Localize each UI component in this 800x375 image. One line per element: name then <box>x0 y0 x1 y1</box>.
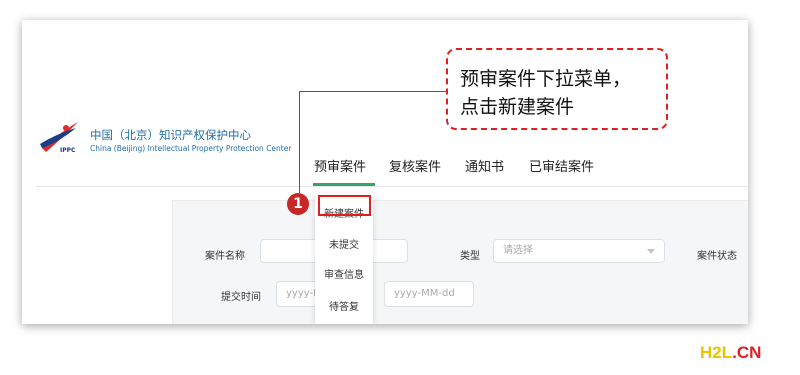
dropdown-item-pending-reply[interactable]: 待答复 <box>315 298 373 313</box>
type-select[interactable]: 请选择 <box>493 239 665 263</box>
callout-connector-vertical <box>299 91 300 193</box>
date-end-input[interactable]: yyyy-MM-dd <box>384 281 474 307</box>
type-select-placeholder: 请选择 <box>503 245 533 256</box>
nav-tab-pre-review-cases[interactable]: 预审案件 <box>314 156 366 175</box>
case-status-label: 案件状态 <box>697 251 737 262</box>
type-label: 类型 <box>460 251 480 262</box>
case-name-label: 案件名称 <box>205 251 245 262</box>
callout-connector-horizontal <box>299 91 446 92</box>
instruction-callout: 预审案件下拉菜单， 点击新建案件 <box>446 48 668 130</box>
watermark-part-2: .CN <box>732 343 762 362</box>
org-name-en: China (Beijing) Intellectual Property Pr… <box>90 144 292 153</box>
logo-text: IPPC <box>60 147 76 154</box>
org-name-cn: 中国（北京）知识产权保护中心 <box>90 128 251 142</box>
nav-tab-closed-cases[interactable]: 已审结案件 <box>529 156 594 175</box>
callout-line-2: 点击新建案件 <box>460 96 575 118</box>
callout-line-1: 预审案件下拉菜单， <box>460 68 632 90</box>
nav-tab-review-cases[interactable]: 复核案件 <box>389 156 441 175</box>
chevron-down-icon <box>647 249 655 254</box>
new-case-highlight-box <box>318 195 371 216</box>
site-watermark: H2L.CN <box>700 343 761 363</box>
nav-tab-notices[interactable]: 通知书 <box>465 156 504 175</box>
filter-panel: 案件名称 类型 请选择 案件状态 提交时间 yyyy-M yyyy-MM-dd <box>172 200 748 324</box>
watermark-part-1: H2L <box>700 343 733 362</box>
header-divider <box>36 186 748 187</box>
submit-time-label: 提交时间 <box>221 292 261 303</box>
dropdown-item-review-info[interactable]: 审查信息 <box>315 266 373 281</box>
step-number-badge: 1 <box>287 193 309 215</box>
dropdown-item-unsubmitted[interactable]: 未提交 <box>315 236 373 251</box>
